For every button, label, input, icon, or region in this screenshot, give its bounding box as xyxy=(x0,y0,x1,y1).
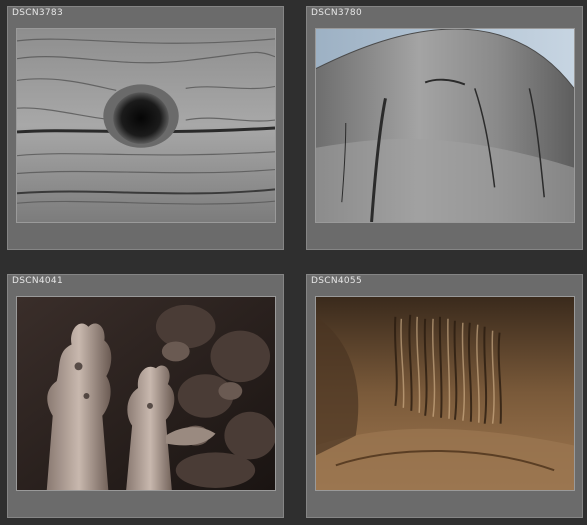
thumbnail-filename: DSCN4055 xyxy=(311,276,362,286)
thumbnail-cell-4[interactable]: DSCN4055 xyxy=(306,274,583,518)
thumbnail-image[interactable] xyxy=(315,28,575,223)
thumbnail-image[interactable] xyxy=(16,28,276,223)
thumbnail-cell-2[interactable]: DSCN3780 xyxy=(306,6,583,250)
thumbnail-filename: DSCN3780 xyxy=(311,8,362,18)
thumbnail-cell-1[interactable]: DSCN3783 xyxy=(7,6,284,250)
thumbnail-image[interactable] xyxy=(315,296,575,491)
thumbnail-filename: DSCN3783 xyxy=(12,8,63,18)
thumbnail-filename: DSCN4041 xyxy=(12,276,63,286)
thumbnail-grid: DSCN3783 DSCN3780 DSCN4041 DSCN4055 xyxy=(0,0,587,525)
thumbnail-cell-3[interactable]: DSCN4041 xyxy=(7,274,284,518)
thumbnail-image[interactable] xyxy=(16,296,276,491)
